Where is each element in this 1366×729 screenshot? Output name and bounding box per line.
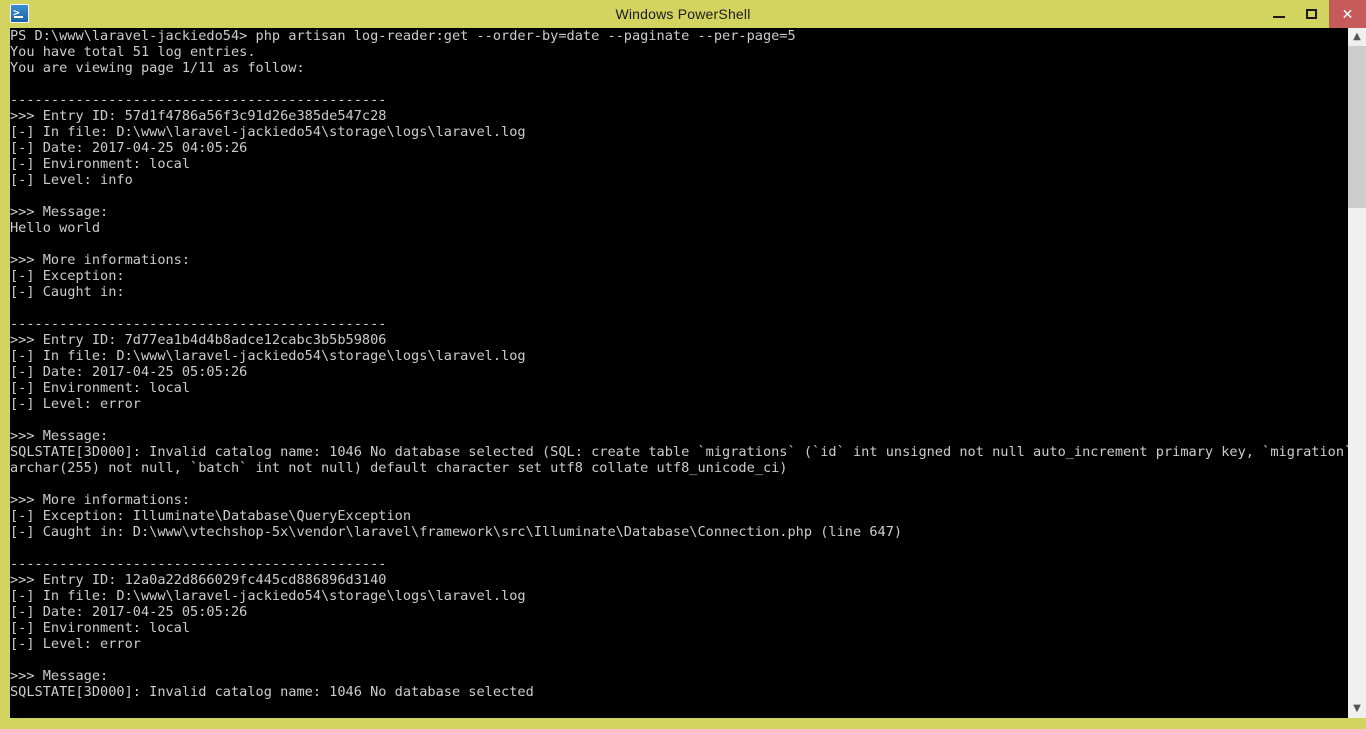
minimize-icon [1273,16,1285,18]
scrollbar-down-button[interactable]: ▼ [1348,700,1366,718]
chevron-up-icon: ▲ [1353,31,1361,42]
window-title: Windows PowerShell [615,6,751,22]
close-icon: ✕ [1341,6,1354,22]
close-button[interactable]: ✕ [1329,0,1366,28]
minimize-button[interactable] [1261,0,1295,28]
scrollbar-up-button[interactable]: ▲ [1348,28,1366,46]
console-text: PS D:\www\laravel-jackiedo54> php artisa… [10,28,1348,700]
window-bottom-border [0,718,1366,729]
powershell-icon: > [9,3,31,25]
maximize-button[interactable] [1295,0,1329,28]
powershell-window: > Windows PowerShell ✕ PS D:\www\laravel… [0,0,1366,729]
console-scrollbar[interactable]: ▲ ▼ [1348,28,1366,718]
chevron-down-icon: ▼ [1353,703,1361,714]
console-output-area[interactable]: PS D:\www\laravel-jackiedo54> php artisa… [10,28,1348,718]
maximize-icon [1306,9,1317,19]
scrollbar-thumb[interactable] [1348,46,1366,208]
title-bar[interactable]: > Windows PowerShell ✕ [0,0,1366,28]
scrollbar-track[interactable] [1348,208,1366,700]
powershell-icon-underscore [14,16,23,18]
